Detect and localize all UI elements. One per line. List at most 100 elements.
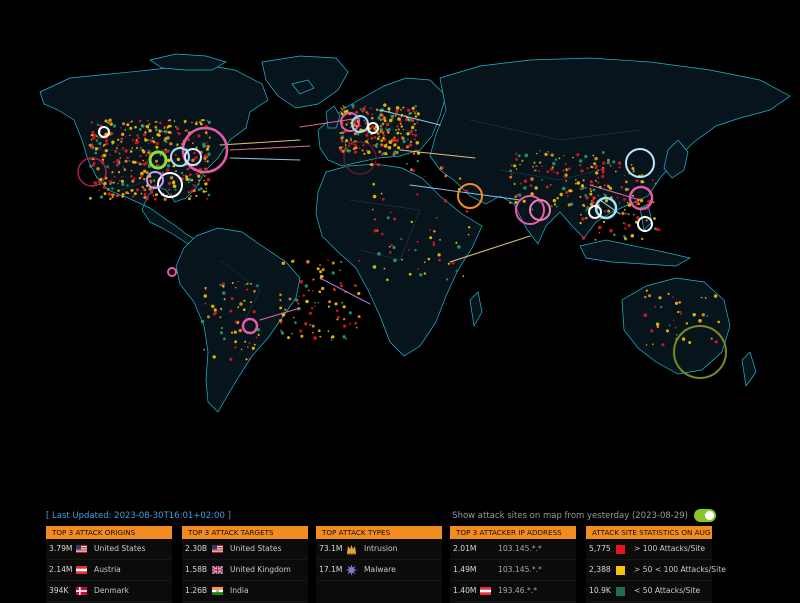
attack-site-dot	[395, 129, 397, 131]
yesterday-toggle-switch[interactable]	[694, 509, 716, 522]
attack-site-dot	[91, 130, 95, 134]
attack-site-dot	[136, 188, 140, 192]
attack-site-dot	[534, 169, 537, 172]
attack-site-dot	[583, 205, 586, 208]
attack-site-dot	[623, 208, 626, 211]
target-row-3[interactable]: 1.26B India	[182, 581, 308, 602]
attack-site-dot	[565, 168, 568, 171]
attack-site-dot	[133, 177, 136, 180]
attack-site-dot	[184, 178, 187, 180]
attack-site-dot	[111, 187, 114, 190]
attack-site-dot	[366, 112, 370, 116]
attack-site-dot	[555, 205, 558, 208]
attack-site-dot	[187, 191, 190, 194]
attack-site-dot	[416, 193, 419, 196]
attack-site-dot	[584, 186, 587, 189]
attack-site-dot	[138, 177, 142, 180]
attack-site-dot	[341, 149, 345, 153]
attack-site-dot	[393, 139, 396, 141]
attack-site-dot	[652, 343, 654, 346]
attack-site-dot	[197, 174, 201, 178]
origin-row-3[interactable]: 394K Denmark	[46, 581, 172, 602]
attack-site-dot	[112, 181, 115, 184]
attack-site-dot	[120, 140, 123, 143]
attack-site-dot	[318, 290, 322, 294]
attack-site-dot	[410, 140, 413, 143]
attack-site-dot	[223, 337, 226, 341]
attack-site-dot	[339, 269, 342, 272]
attack-site-dot	[390, 116, 394, 120]
target-row-2[interactable]: 1.58B United Kingdom	[182, 560, 308, 581]
attack-site-dot	[414, 129, 417, 132]
attack-site-dot	[327, 330, 330, 332]
attack-site-dot	[113, 161, 115, 164]
attack-site-dot	[169, 176, 174, 180]
attack-site-dot	[291, 332, 293, 335]
attack-site-dot	[376, 132, 380, 135]
attack-site-dot	[604, 199, 609, 203]
attack-site-dot	[377, 116, 381, 120]
attack-site-dot	[554, 158, 558, 161]
world-map-canvas[interactable]	[0, 0, 800, 500]
attack-site-dot	[396, 143, 398, 145]
attack-site-dot	[305, 300, 307, 303]
attack-site-dot	[126, 184, 129, 187]
ip-row-3[interactable]: 1.40M 193.46.*.*	[450, 581, 576, 602]
attack-site-dot	[353, 150, 358, 154]
attack-site-dot	[155, 145, 159, 149]
attack-site-dot	[598, 225, 602, 229]
attack-site-dot	[395, 106, 400, 110]
attack-site-dot	[204, 160, 206, 162]
type-row-2[interactable]: 17.1M Malware	[316, 560, 442, 581]
attack-site-dot	[206, 178, 211, 182]
target-row-1[interactable]: 2.30B United States	[182, 539, 308, 560]
attack-site-dot	[595, 171, 599, 175]
attack-site-dot	[124, 129, 126, 131]
attack-site-dot	[127, 192, 130, 195]
attack-site-dot	[402, 106, 405, 109]
ip-row-2[interactable]: 1.49M 103.145.*.*	[450, 560, 576, 581]
attack-site-dot	[515, 168, 518, 170]
attack-site-dot	[604, 210, 607, 213]
attack-site-dot	[136, 134, 139, 137]
attack-site-dot	[336, 309, 339, 313]
attack-site-dot	[118, 171, 121, 174]
attack-site-dot	[576, 181, 581, 185]
attack-site-dot	[653, 217, 656, 220]
attack-site-dot	[410, 112, 412, 114]
attack-site-dot	[618, 166, 621, 169]
attack-site-dot	[295, 298, 299, 302]
attack-site-dot	[553, 203, 557, 206]
attack-site-dot	[396, 131, 400, 135]
malware-icon	[346, 565, 357, 575]
world-attack-map[interactable]	[0, 0, 800, 500]
uk-flag-icon	[212, 566, 223, 574]
attack-site-dot	[401, 148, 404, 150]
attack-site-dot	[131, 147, 133, 149]
attack-site-dot	[393, 143, 397, 147]
attack-site-dot	[688, 341, 692, 344]
attack-site-dot	[380, 139, 384, 142]
toggle-knob	[705, 511, 714, 520]
attack-site-dot	[667, 292, 670, 295]
attack-site-dot	[580, 184, 585, 188]
attack-site-dot	[672, 319, 675, 321]
origin-row-2[interactable]: 2.14M Austria	[46, 560, 172, 581]
attack-site-dot	[379, 113, 383, 117]
attack-site-dot	[602, 161, 606, 165]
attack-site-dot	[255, 336, 258, 339]
attack-site-dot	[627, 213, 630, 216]
attack-site-dot	[580, 169, 584, 173]
attack-site-dot	[339, 131, 342, 135]
attack-site-dot	[626, 201, 629, 204]
attack-site-dot	[344, 141, 347, 144]
attack-site-dot	[372, 182, 376, 186]
attack-site-dot	[251, 346, 255, 350]
type-row-1[interactable]: 73.1M Intrusion	[316, 539, 442, 560]
ip-row-1[interactable]: 2.01M 103.145.*.*	[450, 539, 576, 560]
attack-site-dot	[407, 118, 410, 121]
attack-site-dot	[183, 119, 187, 123]
attack-site-dot	[248, 357, 251, 361]
attack-site-dot	[246, 288, 249, 291]
origin-row-1[interactable]: 3.79M United States	[46, 539, 172, 560]
